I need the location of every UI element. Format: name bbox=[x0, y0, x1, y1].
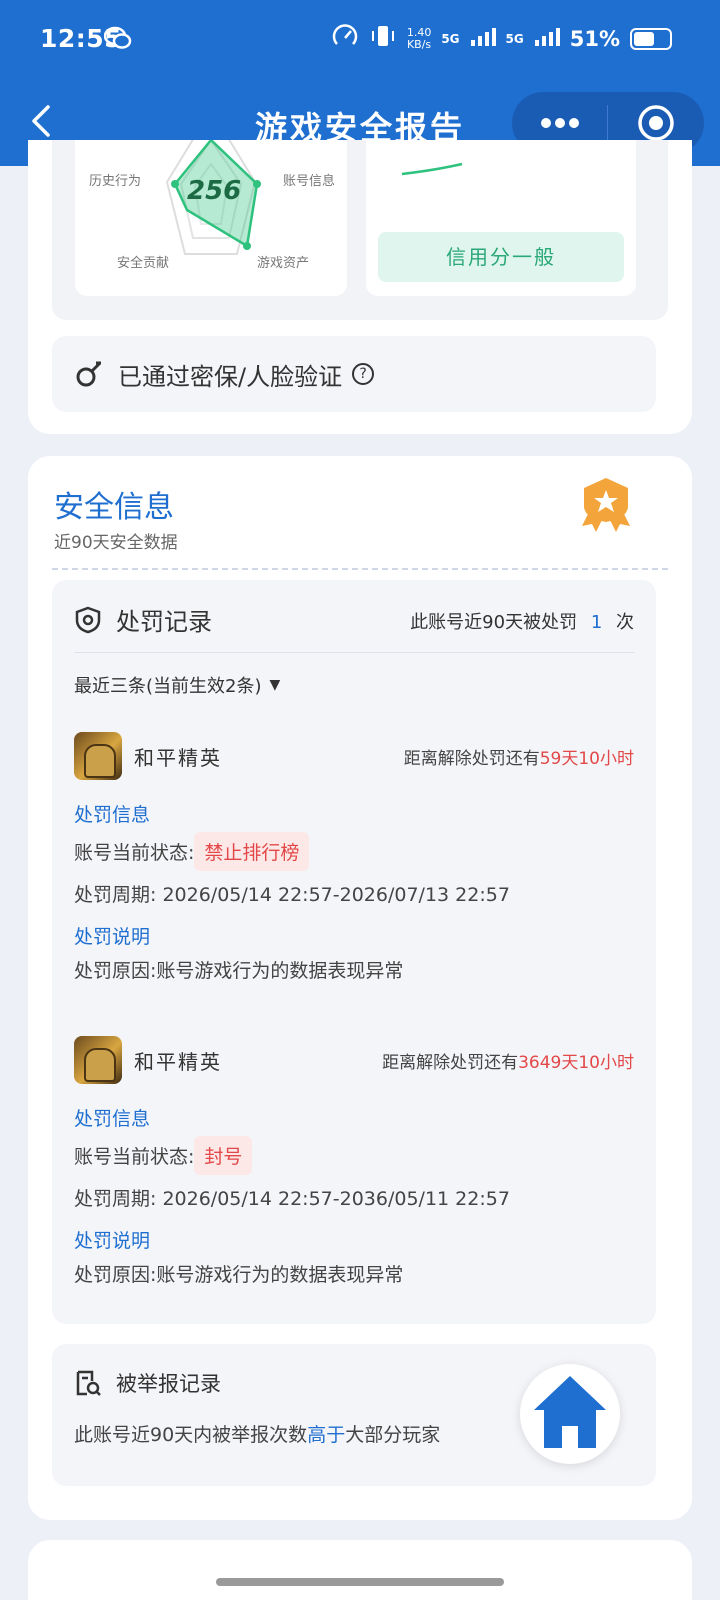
status-label: 账号当前状态: bbox=[74, 842, 195, 864]
record-countdown: 距离解除处罚还有59天10小时 bbox=[404, 744, 634, 769]
overview-card: 256 历史行为 账号信息 安全贡献 游戏资产 信用分一般 已通过密保/人脸验证… bbox=[28, 140, 692, 434]
dropdown-arrow-icon: ▼ bbox=[269, 677, 281, 693]
game-name: 和平精英 bbox=[134, 1049, 222, 1074]
medal-icon bbox=[576, 476, 636, 540]
radar-label-account: 账号信息 bbox=[283, 174, 336, 189]
net-speed: 1.40 KB/s bbox=[406, 25, 432, 51]
report-suffix: 大部分玩家 bbox=[345, 1424, 441, 1446]
punishment-title: 处罚记录 bbox=[116, 608, 212, 636]
home-indicator[interactable] bbox=[216, 1578, 504, 1586]
key-icon bbox=[76, 361, 102, 387]
countdown-value: 3649天10小时 bbox=[518, 1053, 634, 1073]
more-dots-icon bbox=[540, 118, 579, 128]
countdown-prefix: 距离解除处罚还有 bbox=[403, 749, 540, 769]
reason-text: 处罚原因:账号游戏行为的数据表现异常 bbox=[74, 1264, 404, 1286]
desc-title: 处罚说明 bbox=[74, 1230, 151, 1252]
radar-chart bbox=[165, 140, 261, 255]
punishment-panel: 处罚记录 此账号近90天被处罚 1 次 最近三条(当前生效2条) ▼ 和平精英 … bbox=[52, 580, 656, 1324]
section-subtitle: 近90天安全数据 bbox=[54, 533, 178, 553]
hotspot-icon bbox=[331, 22, 359, 55]
battery-percent: 51% bbox=[569, 26, 620, 51]
record-countdown: 距离解除处罚还有3649天10小时 bbox=[382, 1048, 634, 1073]
countdown-prefix: 距离解除处罚还有 bbox=[382, 1053, 519, 1073]
status-row: 账号当前状态: 禁止排行榜 bbox=[74, 832, 310, 871]
home-fab-button[interactable] bbox=[520, 1364, 620, 1464]
radar-box: 256 历史行为 账号信息 安全贡献 游戏资产 bbox=[75, 140, 347, 296]
record-game: 和平精英 bbox=[74, 1036, 222, 1084]
signal-1-icon bbox=[470, 26, 496, 51]
game-icon bbox=[74, 732, 122, 780]
verification-text: 已通过密保/人脸验证 bbox=[118, 362, 343, 391]
status-badge: 禁止排行榜 bbox=[194, 832, 310, 871]
game-name: 和平精英 bbox=[134, 745, 222, 770]
info-title: 处罚信息 bbox=[74, 804, 151, 826]
section-title: 安全信息 bbox=[54, 490, 174, 525]
report-prefix: 此账号近90天内被举报次数 bbox=[74, 1424, 308, 1446]
dashed-divider bbox=[52, 568, 668, 570]
punishment-record: 和平精英 距离解除处罚还有59天10小时 处罚信息 账号当前状态: 禁止排行榜 … bbox=[74, 732, 634, 992]
radar-label-history: 历史行为 bbox=[89, 174, 142, 189]
punishment-summary: 此账号近90天被处罚 1 次 bbox=[410, 608, 634, 634]
radar-label-assets: 游戏资产 bbox=[257, 256, 310, 271]
period-row: 处罚周期: 2026/05/14 22:57-2026/07/13 22:57 bbox=[74, 880, 510, 907]
next-card bbox=[28, 1540, 692, 1600]
status-badge: 封号 bbox=[194, 1136, 253, 1175]
radar-score: 256 bbox=[187, 176, 242, 206]
summary-prefix: 此账号近90天被处罚 bbox=[410, 612, 578, 633]
period-row: 处罚周期: 2026/05/14 22:57-2036/05/11 22:57 bbox=[74, 1184, 510, 1211]
report-header: 被举报记录 bbox=[74, 1368, 221, 1398]
punishment-record: 和平精英 距离解除处罚还有3649天10小时 处罚信息 账号当前状态: 封号 处… bbox=[74, 1036, 634, 1296]
verification-row[interactable]: 已通过密保/人脸验证 ? bbox=[52, 336, 656, 412]
signal-1-label: 5G bbox=[441, 31, 460, 46]
status-label: 账号当前状态: bbox=[74, 1146, 195, 1168]
period-label: 处罚周期: bbox=[74, 1188, 157, 1210]
desc-title: 处罚说明 bbox=[74, 926, 151, 948]
period-value: 2026/05/14 22:57-2026/07/13 22:57 bbox=[162, 884, 510, 906]
records-filter[interactable]: 最近三条(当前生效2条) ▼ bbox=[74, 672, 280, 698]
battery-icon bbox=[630, 27, 672, 50]
report-text: 此账号近90天内被举报次数高于大部分玩家 bbox=[74, 1420, 440, 1447]
info-title: 处罚信息 bbox=[74, 1108, 151, 1130]
summary-count: 1 bbox=[590, 612, 603, 633]
help-icon[interactable]: ? bbox=[352, 363, 375, 385]
credit-box: 信用分一般 bbox=[366, 140, 636, 296]
status-indicators: 1.40 KB/s 5G 5G 51% bbox=[331, 22, 672, 55]
signal-2-label: 5G bbox=[505, 31, 524, 46]
credit-level-badge: 信用分一般 bbox=[378, 232, 624, 282]
credit-gauge-arc bbox=[401, 162, 463, 176]
target-icon bbox=[637, 105, 674, 141]
vibrate-icon bbox=[369, 24, 397, 53]
game-icon bbox=[74, 1036, 122, 1084]
report-title: 被举报记录 bbox=[116, 1372, 221, 1396]
shield-icon bbox=[75, 606, 101, 633]
radar-label-contribution: 安全贡献 bbox=[117, 256, 170, 271]
security-info-card: 安全信息 近90天安全数据 处罚记录 此账号近90天被处罚 1 次 最近三条(当… bbox=[28, 456, 692, 1520]
signal-2-icon bbox=[534, 26, 560, 51]
wechat-icon bbox=[103, 26, 132, 54]
filter-label: 最近三条(当前生效2条) bbox=[74, 676, 262, 697]
period-label: 处罚周期: bbox=[74, 884, 157, 906]
summary-suffix: 次 bbox=[616, 612, 634, 633]
home-icon bbox=[534, 1376, 606, 1448]
document-search-icon bbox=[76, 1370, 101, 1396]
period-value: 2026/05/14 22:57-2036/05/11 22:57 bbox=[162, 1188, 510, 1210]
header-divider bbox=[74, 652, 634, 653]
status-row: 账号当前状态: 封号 bbox=[74, 1136, 253, 1175]
record-game: 和平精英 bbox=[74, 732, 222, 780]
report-highlight: 高于 bbox=[307, 1424, 346, 1446]
countdown-value: 59天10小时 bbox=[539, 749, 634, 769]
reason-text: 处罚原因:账号游戏行为的数据表现异常 bbox=[74, 960, 404, 982]
punishment-header: 处罚记录 bbox=[74, 602, 212, 637]
